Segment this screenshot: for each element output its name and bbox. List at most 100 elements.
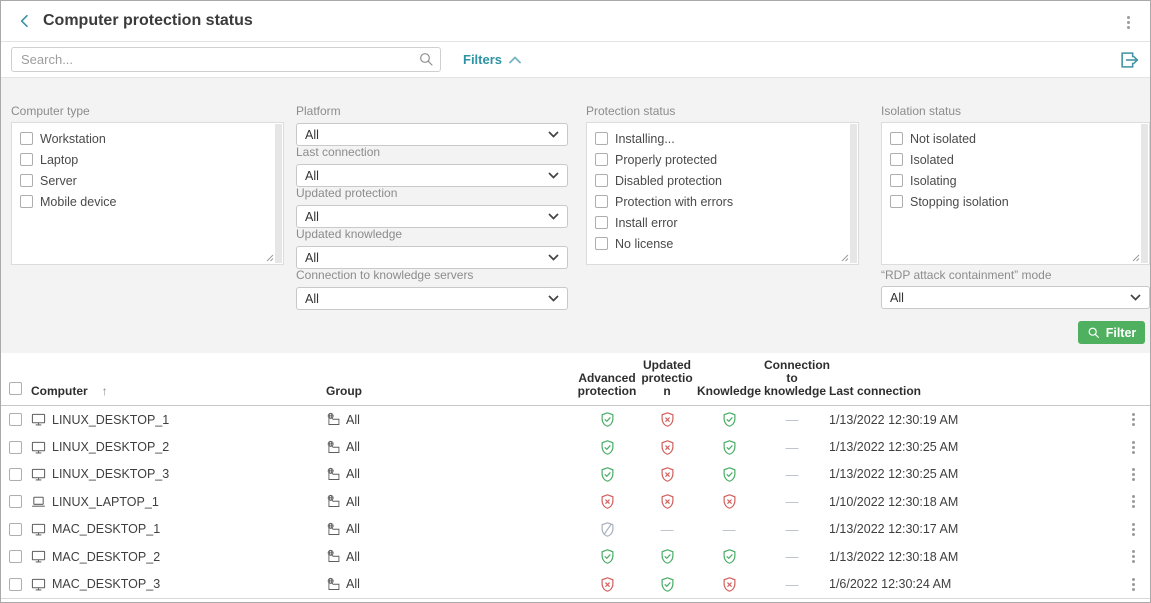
computer-cell[interactable]: LINUX_DESKTOP_3 bbox=[29, 467, 323, 482]
computer-name: MAC_DESKTOP_1 bbox=[52, 522, 160, 536]
filter-option-laptop[interactable]: Laptop bbox=[20, 151, 269, 168]
filter-option-isolating[interactable]: Isolating bbox=[890, 172, 1135, 189]
computer-cell[interactable]: MAC_DESKTOP_2 bbox=[29, 549, 323, 564]
resize-grip-icon[interactable] bbox=[841, 254, 849, 262]
search-input[interactable] bbox=[11, 47, 441, 72]
computer-cell[interactable]: MAC_DESKTOP_1 bbox=[29, 522, 323, 537]
filter-option-workstation[interactable]: Workstation bbox=[20, 130, 269, 147]
filters-label: Filters bbox=[463, 52, 502, 67]
checkbox[interactable] bbox=[890, 174, 903, 187]
last-connection-select[interactable]: All bbox=[296, 164, 568, 187]
row-menu-button[interactable] bbox=[1116, 548, 1150, 565]
header-menu-button[interactable] bbox=[1116, 9, 1140, 35]
filter-option-install-error[interactable]: Install error bbox=[595, 214, 844, 231]
knowledge-status bbox=[695, 548, 763, 565]
row-menu-button[interactable] bbox=[1116, 576, 1150, 593]
checkbox[interactable] bbox=[20, 132, 33, 145]
knowledge-status bbox=[695, 493, 763, 510]
knowledge-servers-select[interactable]: All bbox=[296, 287, 568, 310]
filter-option-stopping-isolation[interactable]: Stopping isolation bbox=[890, 193, 1135, 210]
rdp-mode-select[interactable]: All bbox=[881, 286, 1150, 309]
computer-cell[interactable]: LINUX_DESKTOP_2 bbox=[29, 440, 323, 455]
select-all-checkbox[interactable] bbox=[9, 382, 22, 395]
checkbox[interactable] bbox=[595, 132, 608, 145]
row-menu-button[interactable] bbox=[1116, 521, 1150, 538]
updated-protection-label: Updated protection bbox=[296, 187, 568, 200]
row-checkbox[interactable] bbox=[9, 413, 22, 426]
desktop-icon bbox=[31, 467, 46, 482]
filter-option-server[interactable]: Server bbox=[20, 172, 269, 189]
row-menu-button[interactable] bbox=[1116, 493, 1150, 510]
export-button[interactable] bbox=[1116, 47, 1142, 73]
row-menu-button[interactable] bbox=[1116, 466, 1150, 483]
group-cell[interactable]: All bbox=[323, 577, 575, 592]
scrollbar-track[interactable] bbox=[275, 124, 282, 263]
row-checkbox[interactable] bbox=[9, 523, 22, 536]
computer-cell[interactable]: MAC_DESKTOP_3 bbox=[29, 577, 323, 592]
back-button[interactable] bbox=[15, 11, 35, 31]
checkbox[interactable] bbox=[595, 237, 608, 250]
platform-select[interactable]: All bbox=[296, 123, 568, 146]
dropdown-filters-column: Platform All Last connection All Updated… bbox=[296, 78, 568, 310]
checkbox[interactable] bbox=[595, 195, 608, 208]
filter-option-isolated[interactable]: Isolated bbox=[890, 151, 1135, 168]
filter-button[interactable]: Filter bbox=[1078, 321, 1145, 344]
updated-knowledge-label: Updated knowledge bbox=[296, 228, 568, 241]
row-menu-button[interactable] bbox=[1116, 439, 1150, 456]
group-cell[interactable]: All bbox=[323, 440, 575, 455]
advanced-protection-status bbox=[575, 521, 639, 538]
filter-option-protection-with-errors[interactable]: Protection with errors bbox=[595, 193, 844, 210]
checkbox[interactable] bbox=[890, 132, 903, 145]
filter-option-not-isolated[interactable]: Not isolated bbox=[890, 130, 1135, 147]
group-cell[interactable]: All bbox=[323, 412, 575, 427]
checkbox[interactable] bbox=[595, 153, 608, 166]
row-checkbox[interactable] bbox=[9, 578, 22, 591]
group-cell[interactable]: All bbox=[323, 467, 575, 482]
filters-toggle[interactable]: Filters bbox=[463, 52, 521, 67]
updated-protection-select[interactable]: All bbox=[296, 205, 568, 228]
row-checkbox[interactable] bbox=[9, 495, 22, 508]
scrollbar-track[interactable] bbox=[850, 124, 857, 263]
connection-to-knowledge-status: — bbox=[763, 412, 821, 427]
dash-icon: — bbox=[786, 440, 799, 455]
filter-option-installing[interactable]: Installing... bbox=[595, 130, 844, 147]
checkbox[interactable] bbox=[20, 153, 33, 166]
resize-grip-icon[interactable] bbox=[266, 254, 274, 262]
shield-ok-icon bbox=[721, 439, 738, 456]
checkbox[interactable] bbox=[20, 195, 33, 208]
checkbox[interactable] bbox=[595, 216, 608, 229]
desktop-icon bbox=[31, 440, 46, 455]
group-icon bbox=[326, 549, 341, 564]
row-checkbox[interactable] bbox=[9, 468, 22, 481]
sort-ascending-icon[interactable]: ↑ bbox=[102, 385, 108, 398]
scrollbar-track[interactable] bbox=[1141, 124, 1148, 263]
computer-cell[interactable]: LINUX_LAPTOP_1 bbox=[29, 494, 323, 509]
computer-column-header[interactable]: Computer ↑ bbox=[29, 385, 323, 405]
checkbox[interactable] bbox=[20, 174, 33, 187]
filter-option-mobile-device[interactable]: Mobile device bbox=[20, 193, 269, 210]
filter-option-disabled-protection[interactable]: Disabled protection bbox=[595, 172, 844, 189]
knowledge-status bbox=[695, 411, 763, 428]
shield-error-icon bbox=[599, 493, 616, 510]
advanced-protection-status bbox=[575, 466, 639, 483]
checkbox[interactable] bbox=[595, 174, 608, 187]
updated-protection-value: All bbox=[305, 210, 319, 224]
checkbox[interactable] bbox=[890, 195, 903, 208]
row-checkbox[interactable] bbox=[9, 550, 22, 563]
resize-grip-icon[interactable] bbox=[1132, 254, 1140, 262]
filter-option-no-license[interactable]: No license bbox=[595, 235, 844, 252]
row-menu-button[interactable] bbox=[1116, 411, 1150, 428]
group-cell[interactable]: All bbox=[323, 549, 575, 564]
dash-icon: — bbox=[786, 412, 799, 427]
computer-type-label: Computer type bbox=[11, 105, 284, 118]
updated-knowledge-select[interactable]: All bbox=[296, 246, 568, 269]
row-checkbox[interactable] bbox=[9, 441, 22, 454]
updated-protection-column-header: Updated protection bbox=[639, 359, 695, 405]
computer-cell[interactable]: LINUX_DESKTOP_1 bbox=[29, 412, 323, 427]
search-box bbox=[11, 47, 441, 72]
checkbox[interactable] bbox=[890, 153, 903, 166]
filter-option-properly-protected[interactable]: Properly protected bbox=[595, 151, 844, 168]
group-cell[interactable]: All bbox=[323, 522, 575, 537]
group-icon bbox=[326, 412, 341, 427]
group-cell[interactable]: All bbox=[323, 494, 575, 509]
